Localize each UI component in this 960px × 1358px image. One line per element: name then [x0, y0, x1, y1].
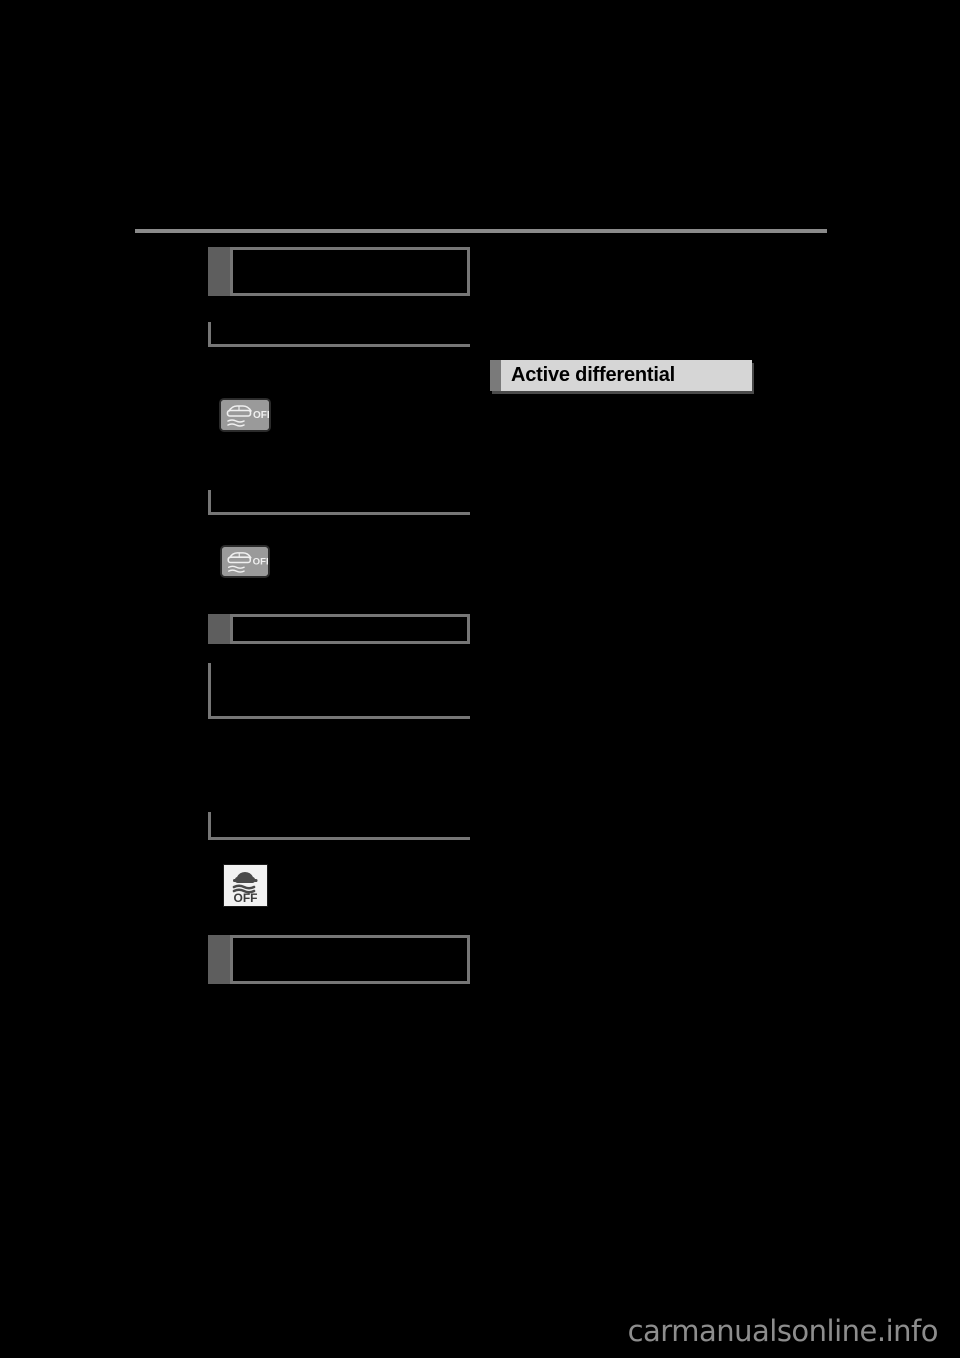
svg-text:OFF: OFF	[234, 891, 258, 905]
notice-box-middle	[208, 614, 470, 644]
notice-body	[230, 935, 470, 984]
svg-text:OFF: OFF	[253, 556, 268, 567]
rule-block-text	[211, 812, 470, 820]
notice-body	[230, 247, 470, 296]
section-heading-label: Active differential	[511, 364, 676, 386]
notice-tab	[208, 935, 230, 984]
notice-text	[233, 617, 467, 629]
notice-tab	[208, 247, 230, 296]
vsc-off-icon: OFF	[222, 547, 272, 576]
rule-block-text	[211, 663, 470, 671]
notice-tab	[208, 614, 230, 644]
section-heading-active-differential: Active differential	[490, 360, 752, 391]
rule-block-4	[208, 812, 470, 840]
rule-block-text	[211, 490, 470, 498]
notice-text	[233, 938, 467, 950]
notice-body	[230, 614, 470, 644]
manual-page: OFF OFF	[0, 0, 960, 1358]
vsc-off-white-icon: OFF	[224, 865, 267, 906]
left-column: OFF OFF	[0, 0, 480, 1358]
rule-block-2	[208, 490, 470, 515]
svg-text:OFF: OFF	[253, 410, 269, 421]
notice-box-bottom	[208, 935, 470, 984]
notice-box-top	[208, 247, 470, 296]
rule-block-text	[211, 322, 470, 330]
section-heading-tab	[490, 360, 501, 391]
site-watermark: carmanualsonline.info	[627, 1314, 939, 1348]
right-column: Active differential	[480, 0, 960, 1358]
notice-text	[233, 250, 467, 262]
rule-block-1	[208, 322, 470, 347]
vsc-off-icon: OFF	[221, 400, 273, 430]
rule-block-3	[208, 663, 470, 719]
